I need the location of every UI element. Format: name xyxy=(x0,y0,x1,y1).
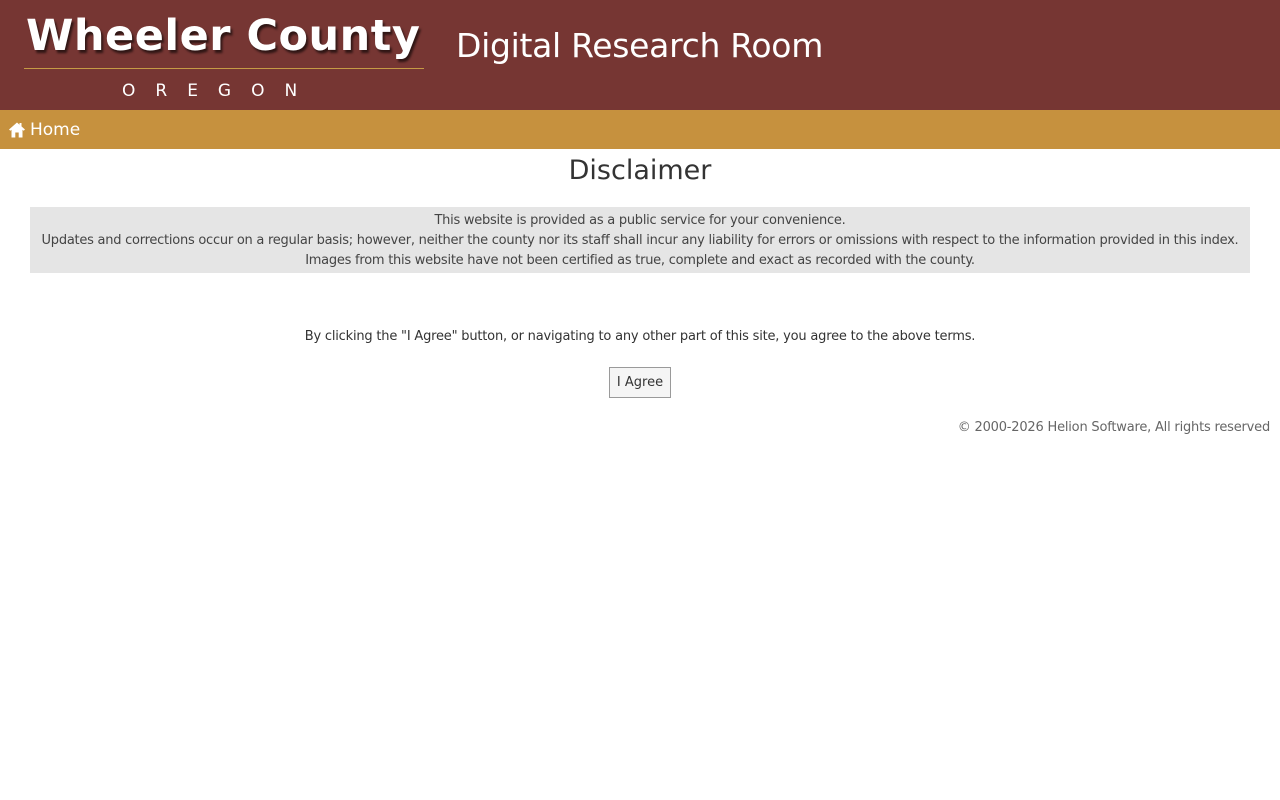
county-logo: Wheeler County OREGON xyxy=(24,10,424,102)
page-title: Disclaimer xyxy=(568,155,712,186)
logo-county-name: Wheeler County xyxy=(26,11,421,61)
nav-home-label: Home xyxy=(30,120,81,140)
logo-divider xyxy=(24,68,424,69)
nav-home-link[interactable]: Home xyxy=(8,119,80,141)
site-title: Digital Research Room xyxy=(456,26,824,65)
i-agree-button[interactable]: I Agree xyxy=(609,367,671,398)
copyright-footer: © 2000-2026 Helion Software, All rights … xyxy=(957,420,1270,435)
home-icon xyxy=(8,121,26,139)
disclaimer-line: Updates and corrections occur on a regul… xyxy=(41,233,1239,248)
agree-notice: By clicking the "I Agree" button, or nav… xyxy=(304,329,976,344)
disclaimer-line: This website is provided as a public ser… xyxy=(434,213,846,228)
nav-bar: Home xyxy=(0,110,1280,149)
site-header: Wheeler County OREGON Digital Research R… xyxy=(0,0,1280,110)
disclaimer-line: Images from this website have not been c… xyxy=(305,253,975,268)
logo-state-name: OREGON xyxy=(122,81,318,101)
disclaimer-box: This website is provided as a public ser… xyxy=(30,207,1250,273)
